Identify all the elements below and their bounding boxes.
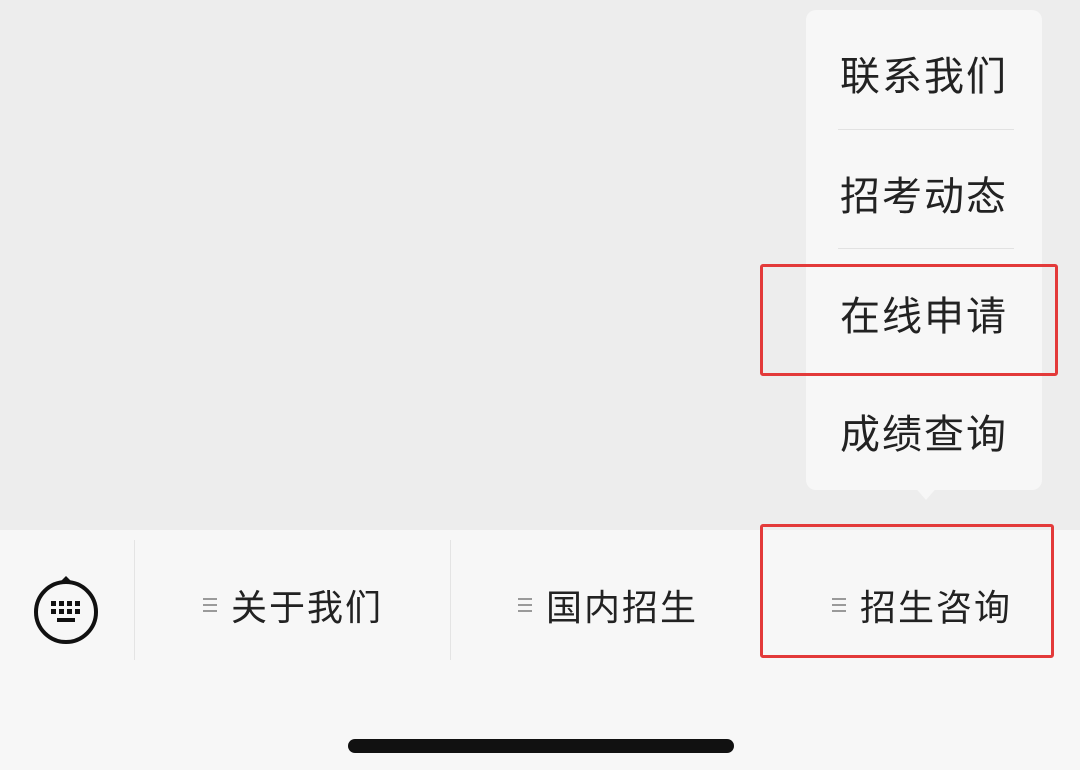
- menu-divider: [450, 540, 451, 660]
- submenu-item-score-query[interactable]: 成绩查询: [806, 372, 1042, 490]
- submenu-divider: [838, 248, 1014, 249]
- keyboard-icon: [34, 576, 98, 644]
- submenu-item-label: 联系我们: [840, 54, 1008, 100]
- chat-screen: 联系我们 招考动态 在线申请 成绩查询 关于我们 国内招生 招生咨询: [0, 0, 1080, 770]
- submenu-divider: [838, 129, 1014, 130]
- highlight-box-online-apply: [760, 264, 1058, 376]
- submenu-item-label: 招考动态: [840, 174, 1008, 220]
- menu-divider: [134, 540, 135, 660]
- tab-label: 关于我们: [230, 588, 383, 629]
- submenu-popup: 联系我们 招考动态 在线申请 成绩查询: [806, 10, 1042, 490]
- home-indicator[interactable]: [348, 739, 734, 753]
- menu-lines-icon: [202, 598, 217, 612]
- submenu-item-exam-news[interactable]: 招考动态: [806, 134, 1042, 252]
- submenu-item-contact-us[interactable]: 联系我们: [806, 14, 1042, 132]
- menu-lines-icon: [517, 598, 532, 612]
- highlight-box-admission-consulting: [760, 524, 1054, 658]
- tab-label: 国内招生: [545, 588, 698, 629]
- submenu-item-label: 成绩查询: [840, 412, 1008, 458]
- popup-pointer: [912, 484, 940, 500]
- tab-about-us[interactable]: 关于我们: [136, 570, 450, 640]
- tab-domestic-admission[interactable]: 国内招生: [452, 570, 764, 640]
- keyboard-toggle-button[interactable]: [30, 574, 102, 646]
